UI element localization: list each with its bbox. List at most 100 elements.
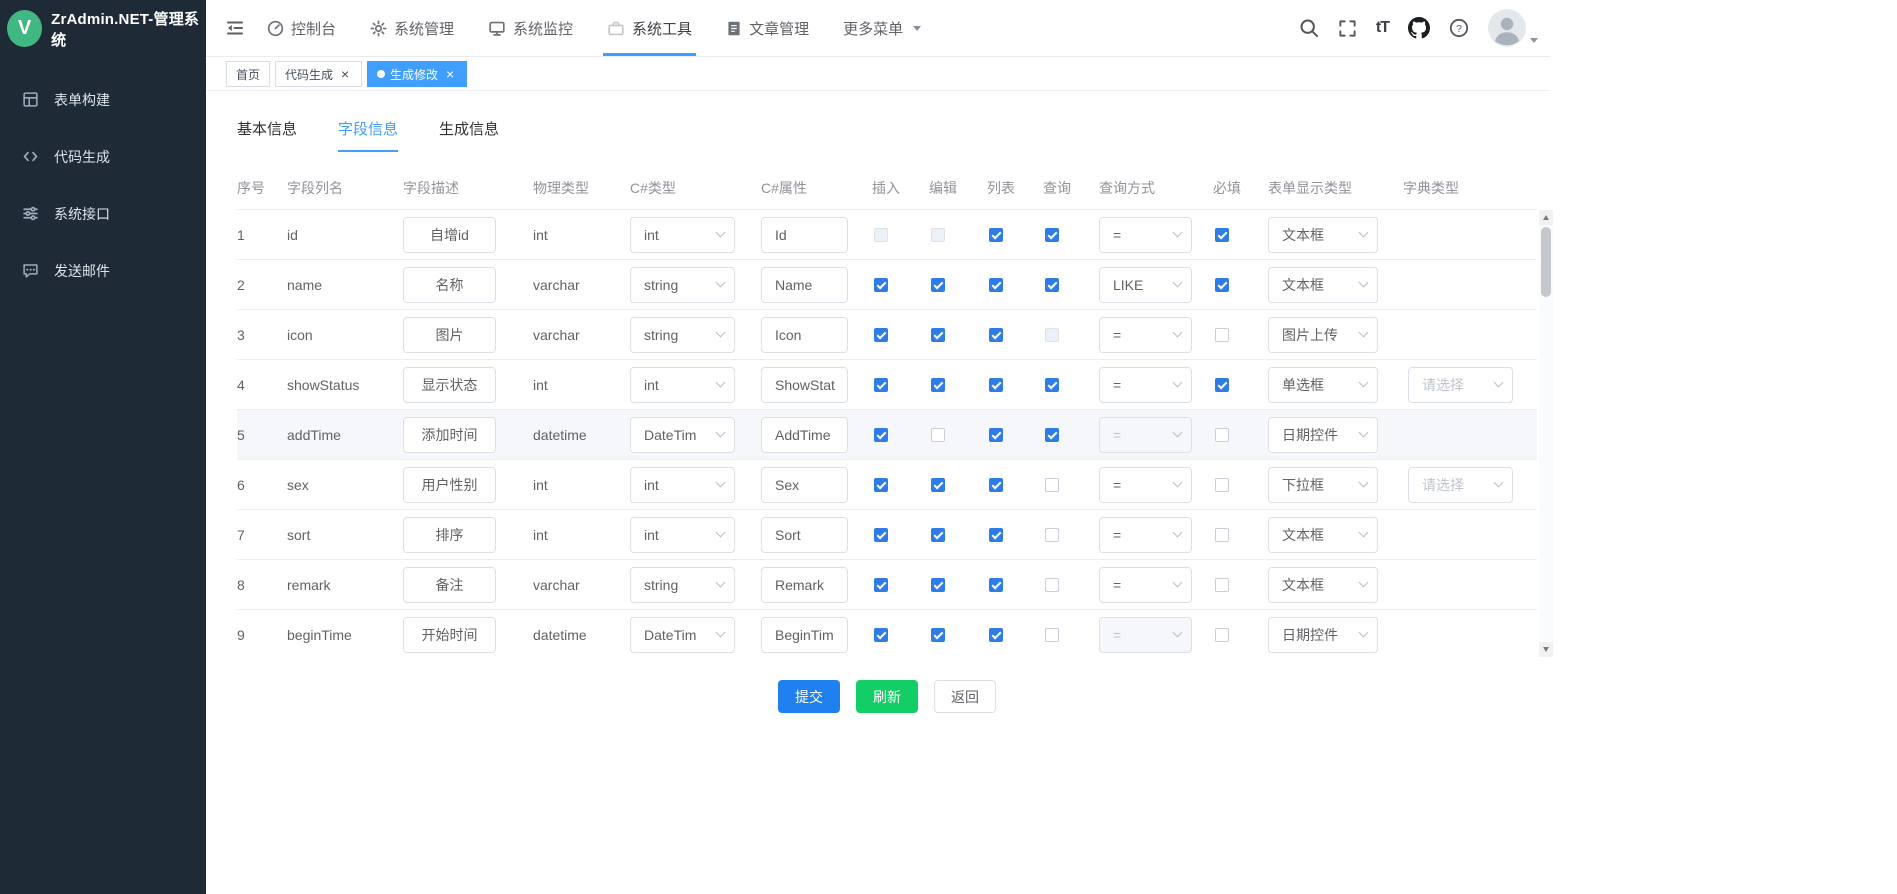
required-checkbox[interactable]	[1215, 528, 1229, 542]
display-type-select[interactable]: 文本框	[1268, 267, 1378, 303]
required-checkbox[interactable]	[1215, 228, 1229, 242]
sidebar-item-form-build[interactable]: 表单构建	[0, 71, 206, 128]
column-desc-input[interactable]	[403, 267, 496, 303]
tab-field-info[interactable]: 字段信息	[338, 118, 398, 152]
cs-type-select[interactable]: string	[630, 317, 735, 353]
query-checkbox[interactable]	[1045, 628, 1059, 642]
cs-type-select[interactable]: int	[630, 517, 735, 553]
user-menu[interactable]	[1488, 9, 1538, 47]
cs-type-select[interactable]: DateTim	[630, 617, 735, 653]
sidebar-item-code-gen[interactable]: 代码生成	[0, 128, 206, 185]
nav-item-article-manage[interactable]: 文章管理	[726, 0, 809, 56]
display-type-select[interactable]: 文本框	[1268, 217, 1378, 253]
nav-item-more-menu[interactable]: 更多菜单	[843, 0, 921, 56]
column-desc-input[interactable]	[403, 567, 496, 603]
scroll-down-icon[interactable]	[1539, 642, 1553, 657]
column-desc-input[interactable]	[403, 617, 496, 653]
required-checkbox[interactable]	[1215, 378, 1229, 392]
cs-prop-input[interactable]	[761, 517, 848, 553]
query-type-select[interactable]: LIKE	[1099, 267, 1192, 303]
cs-prop-input[interactable]	[761, 567, 848, 603]
insert-checkbox[interactable]	[874, 428, 888, 442]
edit-checkbox[interactable]	[931, 628, 945, 642]
cs-type-select[interactable]: DateTim	[630, 417, 735, 453]
dict-type-select[interactable]: 请选择	[1408, 367, 1513, 403]
column-desc-input[interactable]	[403, 217, 496, 253]
column-desc-input[interactable]	[403, 417, 496, 453]
list-checkbox[interactable]	[989, 478, 1003, 492]
query-checkbox[interactable]	[1045, 278, 1059, 292]
dict-type-select[interactable]: 请选择	[1408, 467, 1513, 503]
required-checkbox[interactable]	[1215, 428, 1229, 442]
query-type-select[interactable]: =	[1099, 417, 1192, 453]
query-type-select[interactable]: =	[1099, 317, 1192, 353]
column-desc-input[interactable]	[403, 517, 496, 553]
refresh-button[interactable]: 刷新	[856, 680, 918, 713]
back-button[interactable]: 返回	[934, 680, 996, 713]
tab-basic-info[interactable]: 基本信息	[237, 118, 297, 152]
insert-checkbox[interactable]	[874, 578, 888, 592]
display-type-select[interactable]: 下拉框	[1268, 467, 1378, 503]
display-type-select[interactable]: 图片上传	[1268, 317, 1378, 353]
insert-checkbox[interactable]	[874, 528, 888, 542]
cs-prop-input[interactable]	[761, 617, 848, 653]
question-icon[interactable]: ?	[1449, 18, 1469, 38]
cs-prop-input[interactable]	[761, 317, 848, 353]
sidebar-item-system-api[interactable]: 系统接口	[0, 185, 206, 242]
edit-checkbox[interactable]	[931, 528, 945, 542]
display-type-select[interactable]: 文本框	[1268, 517, 1378, 553]
submit-button[interactable]: 提交	[778, 680, 840, 713]
query-type-select[interactable]: =	[1099, 367, 1192, 403]
list-checkbox[interactable]	[989, 328, 1003, 342]
list-checkbox[interactable]	[989, 278, 1003, 292]
edit-checkbox[interactable]	[931, 328, 945, 342]
edit-checkbox[interactable]	[931, 228, 945, 242]
cs-prop-input[interactable]	[761, 217, 848, 253]
display-type-select[interactable]: 日期控件	[1268, 617, 1378, 653]
tag-code-gen[interactable]: 代码生成 ×	[275, 61, 362, 87]
github-icon[interactable]	[1408, 17, 1430, 39]
column-desc-input[interactable]	[403, 317, 496, 353]
insert-checkbox[interactable]	[874, 328, 888, 342]
query-type-select[interactable]: =	[1099, 567, 1192, 603]
display-type-select[interactable]: 单选框	[1268, 367, 1378, 403]
query-type-select[interactable]: =	[1099, 517, 1192, 553]
query-checkbox[interactable]	[1045, 528, 1059, 542]
query-checkbox[interactable]	[1045, 428, 1059, 442]
required-checkbox[interactable]	[1215, 578, 1229, 592]
query-checkbox[interactable]	[1045, 378, 1059, 392]
insert-checkbox[interactable]	[874, 628, 888, 642]
list-checkbox[interactable]	[989, 528, 1003, 542]
cs-type-select[interactable]: int	[630, 217, 735, 253]
list-checkbox[interactable]	[989, 378, 1003, 392]
column-desc-input[interactable]	[403, 367, 496, 403]
fullscreen-icon[interactable]	[1338, 19, 1357, 38]
query-checkbox[interactable]	[1045, 228, 1059, 242]
insert-checkbox[interactable]	[874, 228, 888, 242]
list-checkbox[interactable]	[989, 628, 1003, 642]
display-type-select[interactable]: 日期控件	[1268, 417, 1378, 453]
query-checkbox[interactable]	[1045, 578, 1059, 592]
cs-type-select[interactable]: int	[630, 367, 735, 403]
edit-checkbox[interactable]	[931, 278, 945, 292]
tag-home[interactable]: 首页	[226, 61, 270, 87]
query-checkbox[interactable]	[1045, 328, 1059, 342]
list-checkbox[interactable]	[989, 428, 1003, 442]
query-type-select[interactable]: =	[1099, 617, 1192, 653]
nav-item-system-tools[interactable]: 系统工具	[607, 0, 692, 56]
query-checkbox[interactable]	[1045, 478, 1059, 492]
query-type-select[interactable]: =	[1099, 467, 1192, 503]
nav-item-system-manage[interactable]: 系统管理	[370, 0, 454, 56]
list-checkbox[interactable]	[989, 228, 1003, 242]
cs-prop-input[interactable]	[761, 467, 848, 503]
column-desc-input[interactable]	[403, 467, 496, 503]
required-checkbox[interactable]	[1215, 628, 1229, 642]
cs-prop-input[interactable]	[761, 417, 848, 453]
app-logo[interactable]: V ZrAdmin.NET-管理系统	[0, 0, 206, 57]
search-icon[interactable]	[1299, 18, 1319, 38]
insert-checkbox[interactable]	[874, 478, 888, 492]
sidebar-item-send-mail[interactable]: 发送邮件	[0, 242, 206, 299]
edit-checkbox[interactable]	[931, 378, 945, 392]
edit-checkbox[interactable]	[931, 428, 945, 442]
close-icon[interactable]: ×	[338, 67, 352, 81]
